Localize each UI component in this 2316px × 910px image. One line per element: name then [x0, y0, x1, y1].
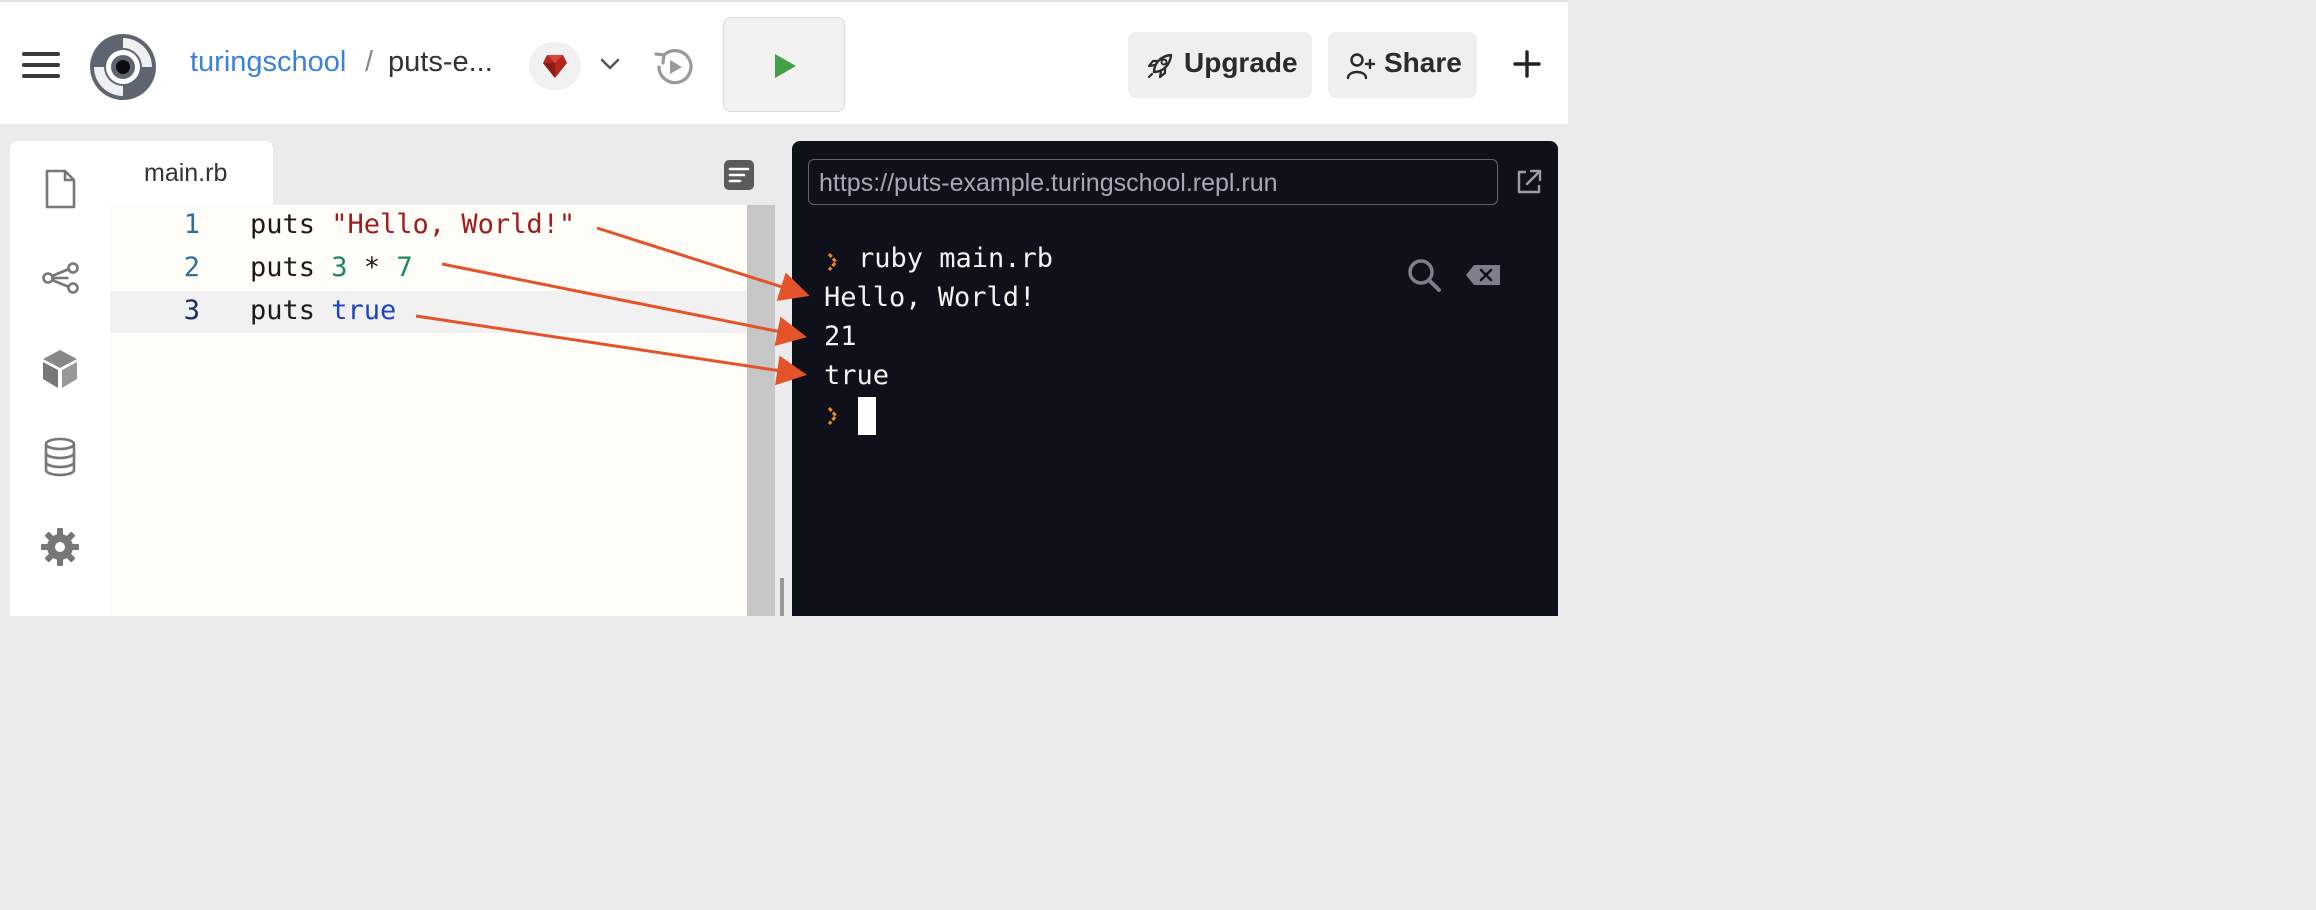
repl-workspace: turingschool / puts-e... Upgrade Share m… [0, 0, 1568, 616]
code-token: 3 [331, 252, 348, 283]
database-icon[interactable] [38, 435, 82, 479]
code-editor[interactable]: 1 puts "Hello, World!" 2 puts 3 * 7 3 puts tr… [110, 205, 747, 616]
code-text: puts "Hello, World!" [250, 209, 575, 240]
breadcrumb-owner-link[interactable]: turingschool [190, 46, 346, 79]
language-button[interactable] [529, 42, 581, 90]
tab-label: main.rb [144, 159, 228, 187]
code-token: * [347, 252, 397, 283]
webview-url-field[interactable]: https://puts-example.turingschool.repl.r… [808, 159, 1498, 205]
clear-console-icon[interactable] [1464, 263, 1502, 287]
code-text: puts true [250, 295, 396, 326]
share-label: Share [1384, 47, 1462, 78]
upgrade-label: Upgrade [1184, 47, 1298, 78]
code-token: puts [250, 295, 332, 326]
add-user-icon [1346, 53, 1376, 80]
left-sidebar [10, 141, 110, 616]
prompt-chevron-icon [827, 253, 838, 271]
line-number: 1 [183, 209, 200, 240]
gear-icon[interactable] [38, 525, 82, 569]
pane-scrollbar[interactable] [780, 578, 784, 616]
code-line[interactable]: 3 puts true [110, 291, 747, 333]
ruby-gem-icon [543, 55, 567, 78]
code-line[interactable]: 1 puts "Hello, World!" [110, 205, 747, 247]
run-button[interactable] [723, 17, 845, 112]
share-button[interactable]: Share [1328, 32, 1477, 98]
breadcrumb-separator: / [365, 46, 374, 78]
chevron-down-icon[interactable] [597, 54, 623, 74]
code-text: puts 3 * 7 [250, 252, 413, 283]
format-code-icon[interactable] [722, 158, 756, 192]
code-token: puts [250, 209, 332, 240]
history-play-icon[interactable] [650, 44, 698, 90]
editor-scrollbar[interactable] [747, 205, 775, 616]
prompt-chevron-icon [827, 407, 838, 425]
code-token: puts [250, 252, 332, 283]
code-line[interactable]: 2 puts 3 * 7 [110, 248, 747, 290]
search-icon[interactable] [1406, 257, 1442, 293]
console-output-line: true [824, 360, 890, 391]
console-output-line: Hello, World! [824, 282, 1036, 313]
console-pane[interactable]: https://puts-example.turingschool.repl.r… [792, 141, 1558, 616]
terminal-cursor [858, 397, 876, 435]
cube-icon[interactable] [38, 346, 82, 390]
console-output-line: 21 [824, 321, 857, 352]
hamburger-menu-icon[interactable] [22, 50, 62, 80]
line-number: 2 [183, 252, 200, 283]
code-token: "Hello, World!" [331, 209, 576, 240]
breadcrumb-repl-name[interactable]: puts-e... [388, 46, 493, 79]
line-number: 3 [183, 295, 200, 326]
console-command: ruby main.rb [858, 243, 1054, 274]
play-icon [775, 54, 796, 78]
rocket-icon [1147, 53, 1173, 79]
replit-logo[interactable] [88, 32, 158, 102]
file-icon[interactable] [38, 167, 82, 211]
code-token: true [331, 295, 397, 326]
upgrade-button[interactable]: Upgrade [1128, 32, 1312, 98]
external-link-icon[interactable] [1514, 167, 1544, 197]
code-token: 7 [396, 252, 413, 283]
webview-url: https://puts-example.turingschool.repl.r… [819, 169, 1278, 197]
share-nodes-icon[interactable] [38, 256, 82, 300]
top-bar: turingschool / puts-e... Upgrade Share [0, 0, 1568, 124]
tab-main-rb[interactable]: main.rb [110, 141, 273, 207]
plus-icon[interactable] [1508, 42, 1546, 86]
